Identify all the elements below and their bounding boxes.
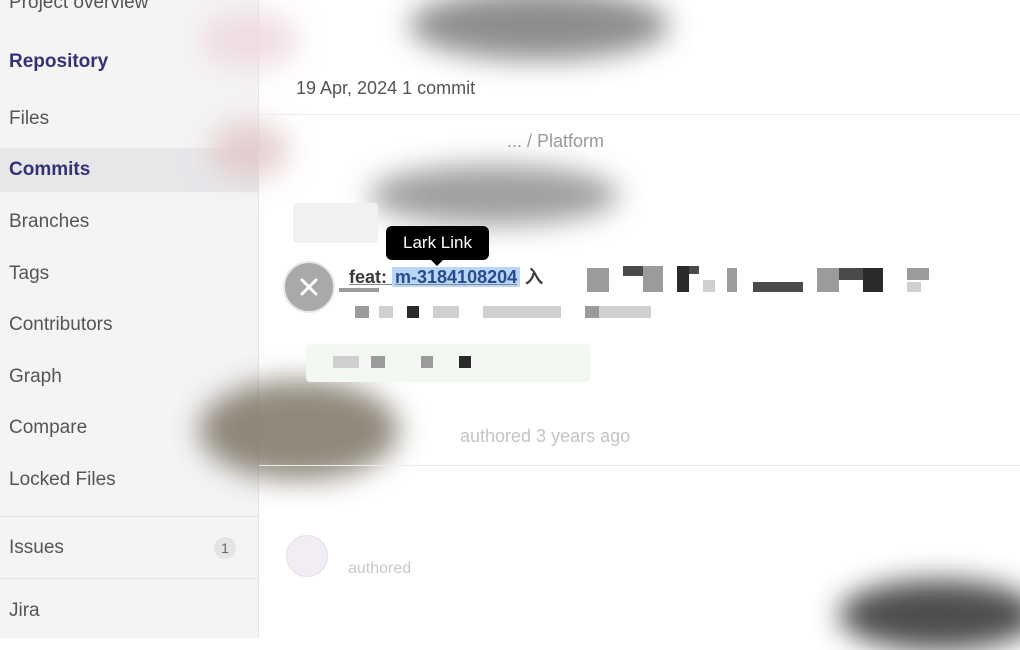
avatar[interactable]: [286, 535, 328, 577]
redacted-block: [839, 268, 863, 280]
sidebar-item-label: Contributors: [9, 314, 113, 335]
lark-link-tooltip: Lark Link: [386, 226, 489, 266]
sidebar: Project overview Repository Files Commit…: [0, 0, 259, 638]
redaction-smudge: [409, 0, 669, 60]
authored-time: authored 3 years ago: [460, 426, 631, 446]
redacted-block: [753, 282, 803, 292]
commit-meta-card: [293, 203, 378, 243]
redacted-block: [817, 268, 839, 292]
sidebar-item-tags[interactable]: Tags: [0, 252, 258, 296]
divider: [259, 114, 1020, 115]
redacted-block: [727, 268, 737, 292]
sidebar-divider: [0, 516, 258, 517]
redacted-block: [907, 268, 929, 280]
close-icon: [300, 278, 318, 296]
redacted-block: [907, 282, 921, 292]
divider: [259, 465, 1020, 466]
sidebar-item-issues[interactable]: Issues 1: [0, 526, 258, 570]
sidebar-divider: [0, 578, 258, 579]
redacted-block: [585, 306, 599, 318]
redacted-block: [459, 356, 471, 368]
sidebar-item-contributors[interactable]: Contributors: [0, 303, 258, 347]
commit-id-link[interactable]: m-3184108204: [392, 267, 521, 287]
commits-main: 19 Apr, 2024 1 commit ... / Platform Lar…: [199, 0, 1020, 650]
sidebar-item-label: Locked Files: [9, 469, 116, 490]
redacted-block: [421, 356, 433, 368]
redaction-smudge: [369, 165, 619, 225]
redaction-smudge: [209, 120, 289, 180]
issues-count-badge: 1: [214, 537, 236, 559]
redacted-block: [677, 266, 689, 292]
sidebar-item-branches[interactable]: Branches: [0, 200, 258, 244]
sidebar-item-label: Branches: [9, 211, 90, 232]
sidebar-item-label: Tags: [9, 263, 50, 284]
redacted-block: [863, 268, 883, 292]
redacted-block: [339, 288, 379, 292]
redacted-block: [599, 306, 651, 318]
close-button[interactable]: [283, 261, 335, 313]
project-path[interactable]: ... / Platform: [507, 131, 604, 152]
sidebar-item-jira[interactable]: Jira: [0, 589, 258, 633]
commit-prefix: feat:: [349, 267, 393, 287]
redaction-smudge: [839, 580, 1020, 650]
redacted-block: [623, 266, 643, 276]
sidebar-item-label: Graph: [9, 366, 62, 387]
redacted-block: [407, 306, 419, 318]
sidebar-item-label: Jira: [9, 600, 40, 621]
sidebar-item-label: Project overview: [9, 0, 149, 13]
sidebar-item-locked-files[interactable]: Locked Files: [0, 458, 258, 502]
redacted-block: [433, 306, 459, 318]
sidebar-item-label: Commits: [9, 159, 91, 180]
redacted-block: [333, 356, 359, 368]
sidebar-item-graph[interactable]: Graph: [0, 355, 258, 399]
sidebar-item-label: Compare: [9, 417, 88, 438]
redacted-block: [643, 266, 663, 292]
sidebar-item-label: Files: [9, 108, 50, 129]
sidebar-item-label: Issues: [9, 537, 64, 558]
redacted-block: [355, 306, 369, 318]
redaction-smudge: [199, 10, 299, 70]
redacted-block: [587, 268, 609, 292]
redacted-block: [483, 306, 561, 318]
redacted-block: [689, 266, 699, 274]
redacted-block: [371, 356, 385, 368]
commit-suffix: 入: [520, 267, 544, 287]
author-line: authored: [348, 560, 412, 577]
commit-date-header: 19 Apr, 2024 1 commit: [296, 78, 476, 98]
redacted-block: [379, 306, 393, 318]
redacted-block: [703, 280, 715, 292]
commit-title[interactable]: feat: m-3184108204 入: [349, 263, 543, 289]
sidebar-item-label: Repository: [9, 51, 109, 72]
